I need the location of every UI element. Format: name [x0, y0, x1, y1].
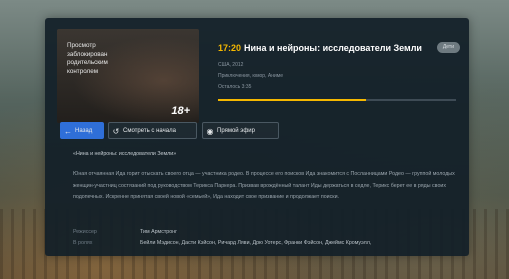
description-title: «Нина и нейроны: исследователи Земли»	[73, 151, 177, 157]
back-button[interactable]: ← Назад	[60, 122, 104, 139]
program-details-panel: Просмотр заблокирован родительским контр…	[45, 18, 469, 256]
director-value: Тим Армстронг	[140, 229, 178, 235]
age-rating: 18+	[171, 105, 190, 117]
watch-from-start-label: Смотреть с начала	[123, 128, 176, 134]
live-record-icon: ◉	[206, 127, 214, 136]
program-poster: Просмотр заблокирован родительским контр…	[57, 29, 199, 123]
program-progress-bar	[218, 99, 456, 101]
back-button-label: Назад	[75, 128, 93, 134]
live-broadcast-button[interactable]: ◉ Прямой эфир	[202, 122, 279, 139]
program-title: Нина и нейроны: исследователи Земли	[244, 43, 422, 53]
restart-icon: ↺	[112, 127, 120, 136]
description-text: Юная отчаянная Ида горит отыскать своего…	[73, 171, 455, 200]
program-progress-fill	[218, 99, 366, 101]
program-header: 17:20 Нина и нейроны: исследователи Земл…	[218, 42, 462, 57]
live-broadcast-label: Прямой эфир	[217, 128, 255, 134]
program-genres: Приключения, юмор, Аниме	[218, 73, 283, 79]
program-country-year: США, 2012	[218, 62, 244, 68]
arrow-left-icon: ←	[64, 127, 72, 136]
cast-value: Бейли Мэдисон, Дасти Кэйсон, Ричард Ляви…	[140, 240, 372, 246]
category-badge: Дети	[436, 42, 460, 53]
director-label: Режиссер	[73, 229, 97, 235]
parental-lock-message: Просмотр заблокирован родительским контр…	[67, 42, 108, 75]
program-remaining-time: Осталось 3:35	[218, 84, 252, 90]
cast-label: В ролях	[73, 240, 93, 246]
watch-from-start-button[interactable]: ↺ Смотреть с начала	[108, 122, 197, 139]
program-time: 17:20	[218, 43, 242, 53]
